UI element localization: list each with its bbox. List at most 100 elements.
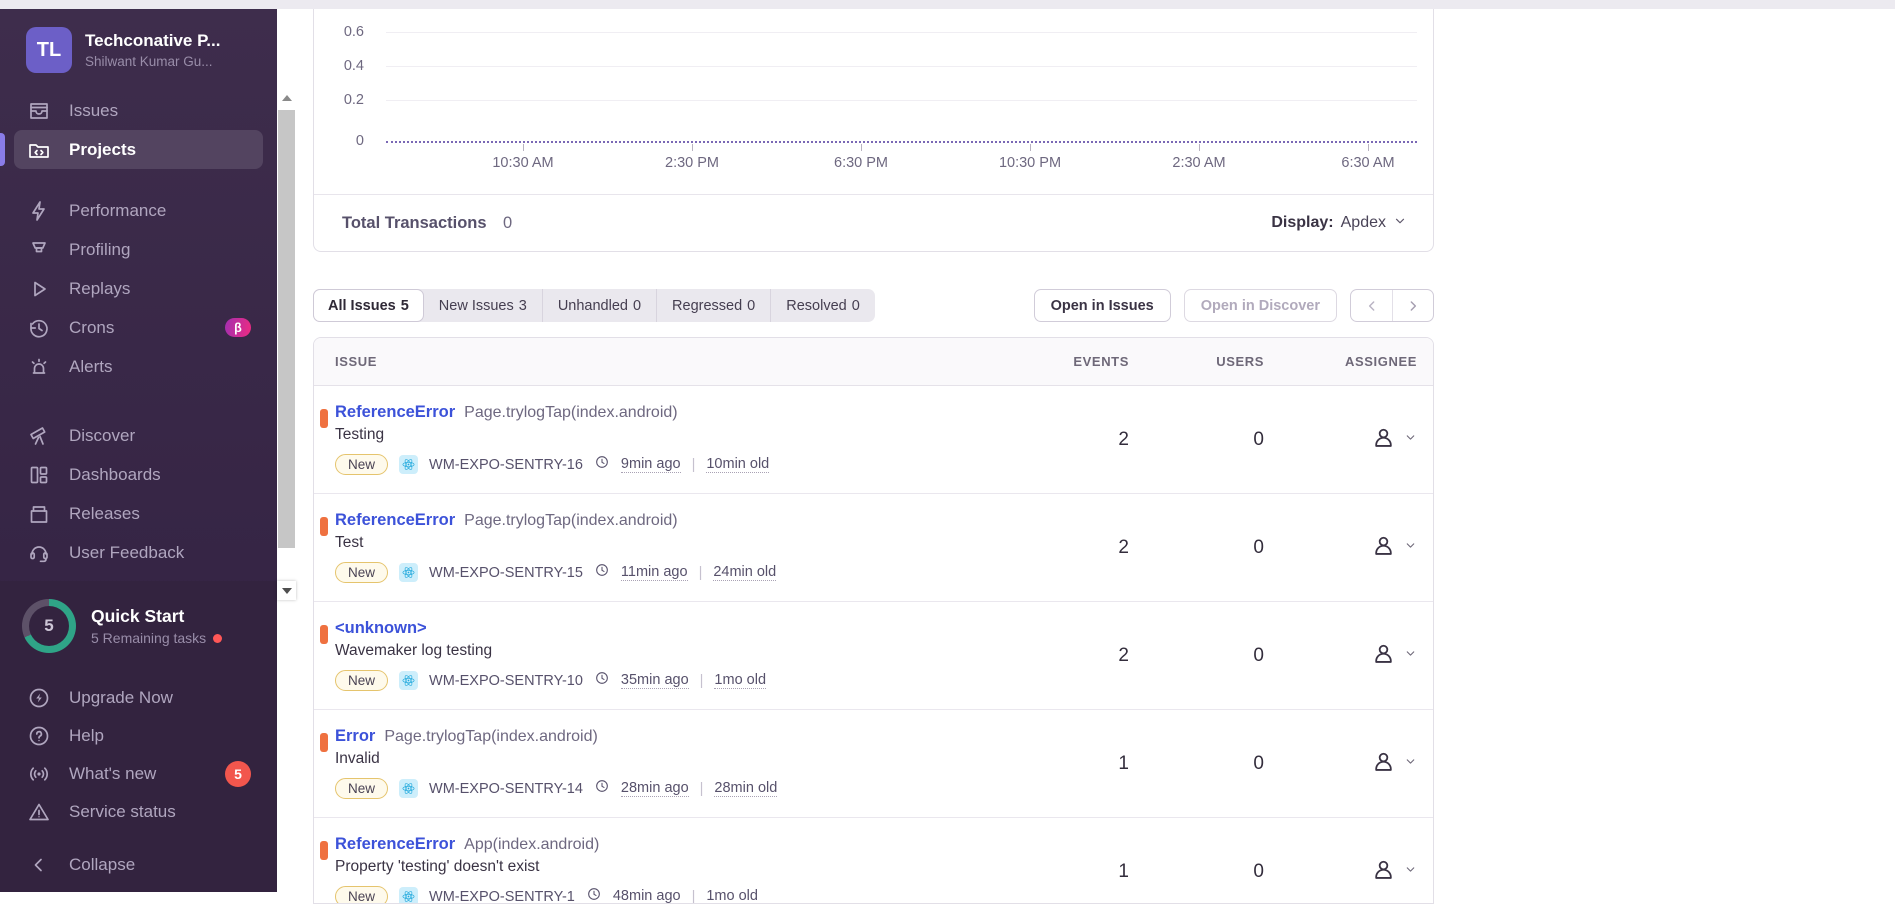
issue-title-link[interactable]: ReferenceError — [335, 511, 455, 530]
issue-age[interactable]: 48min ago — [613, 888, 681, 904]
issue-message: Property 'testing' doesn't exist — [335, 858, 993, 876]
issue-row: <unknown> Wavemaker log testing New WM-E… — [314, 602, 1433, 710]
quick-start[interactable]: 5 Quick Start 5 Remaining tasks — [0, 593, 277, 661]
tab-all-issues[interactable]: All Issues5 — [313, 289, 424, 322]
issue-title-link[interactable]: ReferenceError — [335, 403, 455, 422]
x-axis-tick: 10:30 AM — [468, 155, 578, 171]
tab-unhandled[interactable]: Unhandled0 — [542, 289, 656, 322]
react-platform-icon — [399, 779, 418, 798]
sidebar-item-dashboards[interactable]: Dashboards — [14, 455, 263, 494]
tab-count: 0 — [747, 298, 755, 314]
error-level-bar — [320, 625, 328, 644]
siren-icon — [26, 354, 52, 380]
sidebar-item-label: User Feedback — [69, 543, 184, 563]
issue-age[interactable]: 28min ago — [621, 780, 689, 797]
sidebar-item-label: Alerts — [69, 357, 112, 377]
sidebar-item-crons[interactable]: Crons β — [14, 308, 263, 347]
issue-title-link[interactable]: Error — [335, 727, 375, 746]
sidebar-item-projects[interactable]: Projects — [14, 130, 263, 169]
tab-new-issues[interactable]: New Issues3 — [424, 289, 542, 322]
sidebar-collapse-button[interactable]: Collapse — [14, 845, 263, 884]
issue-age[interactable]: 9min ago — [621, 456, 681, 473]
issue-title-link[interactable]: ReferenceError — [335, 835, 455, 854]
sidebar-item-whats-new[interactable]: What's new 5 — [14, 755, 263, 793]
clock-icon — [594, 670, 610, 691]
events-count: 1 — [993, 818, 1143, 904]
y-axis-tick: 0.6 — [314, 24, 364, 40]
sidebar-item-releases[interactable]: Releases — [14, 494, 263, 533]
react-platform-icon — [399, 671, 418, 690]
sidebar-item-profiling[interactable]: Profiling — [14, 230, 263, 269]
scrollbar-up-button[interactable] — [277, 88, 296, 107]
issue-message: Test — [335, 534, 993, 552]
react-platform-icon — [399, 887, 418, 904]
chevron-down-icon — [1404, 539, 1417, 557]
user-icon — [1370, 856, 1397, 888]
users-count: 0 — [1143, 602, 1278, 709]
issue-first-seen[interactable]: 10min old — [706, 456, 769, 473]
quick-start-subtitle: 5 Remaining tasks — [91, 630, 206, 646]
status-badge: New — [335, 670, 388, 691]
project-slug: WM-EXPO-SENTRY-14 — [429, 781, 583, 797]
sidebar-item-label: Projects — [69, 140, 136, 160]
x-axis-tick: 6:30 AM — [1313, 155, 1423, 171]
assignee-selector[interactable] — [1278, 386, 1433, 493]
assignee-selector[interactable] — [1278, 494, 1433, 601]
main-content: 0.6 0.4 0.2 0 10:30 AM 2:30 PM 6:30 PM 1… — [277, 9, 1895, 892]
tab-resolved[interactable]: Resolved0 — [770, 289, 875, 322]
project-chart-card: 0.6 0.4 0.2 0 10:30 AM 2:30 PM 6:30 PM 1… — [313, 9, 1434, 252]
sidebar-item-upgrade-now[interactable]: Upgrade Now — [14, 679, 263, 717]
tab-regressed[interactable]: Regressed0 — [656, 289, 770, 322]
users-count: 0 — [1143, 710, 1278, 817]
project-slug: WM-EXPO-SENTRY-16 — [429, 457, 583, 473]
sidebar-item-alerts[interactable]: Alerts — [14, 347, 263, 386]
quick-start-title: Quick Start — [91, 606, 222, 627]
collapse-label: Collapse — [69, 855, 135, 875]
issue-title-link[interactable]: <unknown> — [335, 619, 427, 638]
issue-age[interactable]: 11min ago — [621, 564, 688, 581]
chevron-down-icon — [1393, 214, 1407, 233]
sidebar-item-label: Upgrade Now — [69, 688, 173, 708]
issue-age[interactable]: 35min ago — [621, 672, 689, 689]
issue-first-seen[interactable]: 1mo old — [706, 888, 758, 904]
window-top-strip — [0, 0, 1895, 9]
issue-first-seen[interactable]: 28min old — [714, 780, 777, 797]
sidebar-item-discover[interactable]: Discover — [14, 416, 263, 455]
scrollbar-thumb[interactable] — [278, 110, 295, 548]
sidebar-item-help[interactable]: Help — [14, 717, 263, 755]
next-page-button[interactable] — [1392, 290, 1433, 321]
display-dropdown[interactable]: Display: Apdex — [1271, 214, 1407, 233]
tab-count: 5 — [401, 298, 409, 314]
sidebar-item-label: Discover — [69, 426, 135, 446]
issue-first-seen[interactable]: 24min old — [713, 564, 776, 581]
sidebar-item-performance[interactable]: Performance — [14, 191, 263, 230]
sidebar-item-service-status[interactable]: Service status — [14, 793, 263, 831]
issue-first-seen[interactable]: 1mo old — [714, 672, 766, 689]
sidebar-item-user-feedback[interactable]: User Feedback — [14, 533, 263, 572]
sidebar-item-replays[interactable]: Replays — [14, 269, 263, 308]
x-axis-tick: 10:30 PM — [975, 155, 1085, 171]
assignee-selector[interactable] — [1278, 818, 1433, 904]
clock-icon — [594, 562, 610, 583]
assignee-selector[interactable] — [1278, 710, 1433, 817]
issue-message: Wavemaker log testing — [335, 642, 993, 660]
prev-page-button[interactable] — [1351, 290, 1392, 321]
y-axis-tick: 0.2 — [314, 92, 364, 108]
scrollbar-down-button[interactable] — [277, 581, 296, 600]
beta-badge: β — [225, 318, 251, 337]
events-count: 2 — [993, 494, 1143, 601]
display-dropdown-label: Display: — [1271, 214, 1333, 232]
open-in-discover-button[interactable]: Open in Discover — [1184, 289, 1337, 322]
whats-new-count-badge: 5 — [225, 761, 251, 787]
org-switcher[interactable]: TL Techconative P... Shilwant Kumar Gu..… — [0, 9, 277, 87]
user-icon — [1370, 424, 1397, 456]
sidebar-item-issues[interactable]: Issues — [14, 91, 263, 130]
open-in-issues-button[interactable]: Open in Issues — [1034, 289, 1171, 322]
error-level-bar — [320, 517, 328, 536]
x-axis-tick: 6:30 PM — [806, 155, 916, 171]
sidebar-scrollbar[interactable] — [277, 88, 296, 600]
assignee-selector[interactable] — [1278, 602, 1433, 709]
triangle-up-icon — [282, 95, 292, 101]
header-events: EVENTS — [993, 354, 1143, 369]
releases-box-icon — [26, 501, 52, 527]
